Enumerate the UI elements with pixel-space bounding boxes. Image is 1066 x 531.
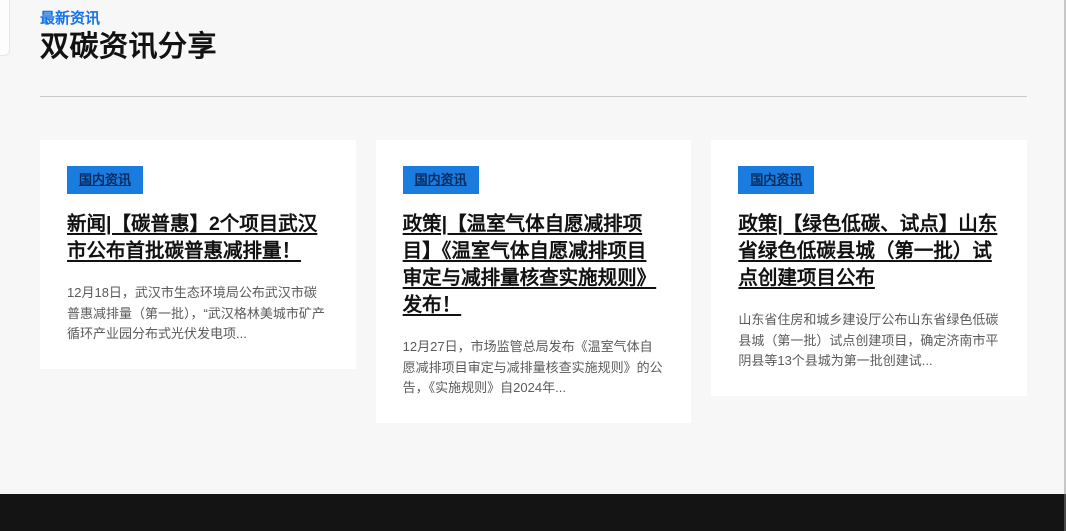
category-badge[interactable]: 国内资讯 (67, 166, 143, 194)
article-title: 政策|【绿色低碳、试点】山东省绿色低碳县城（第一批）试点创建项目公布 (738, 211, 1000, 292)
main-content: 最新资讯 双碳资讯分享 国内资讯 新闻|【碳普惠】2个项目武汉市公布首批碳普惠减… (0, 0, 1066, 423)
article-title: 新闻|【碳普惠】2个项目武汉市公布首批碳普惠减排量！ (67, 211, 329, 265)
footer-bar (0, 494, 1066, 531)
article-title-link[interactable]: 政策|【温室气体自愿减排项目】《温室气体自愿减排项目审定与减排量核查实施规则》发… (403, 213, 657, 316)
category-badge[interactable]: 国内资讯 (403, 166, 479, 194)
news-card: 国内资讯 政策|【绿色低碳、试点】山东省绿色低碳县城（第一批）试点创建项目公布 … (711, 140, 1027, 396)
window-edge-highlight (0, 0, 10, 56)
article-title-link[interactable]: 新闻|【碳普惠】2个项目武汉市公布首批碳普惠减排量！ (67, 213, 317, 262)
news-card: 国内资讯 政策|【温室气体自愿减排项目】《温室气体自愿减排项目审定与减排量核查实… (376, 140, 692, 423)
article-title-link[interactable]: 政策|【绿色低碳、试点】山东省绿色低碳县城（第一批）试点创建项目公布 (738, 213, 997, 289)
article-excerpt: 山东省住房和城乡建设厅公布山东省绿色低碳县城（第一批）试点创建项目，确定济南市平… (738, 310, 1000, 372)
article-title: 政策|【温室气体自愿减排项目】《温室气体自愿减排项目审定与减排量核查实施规则》发… (403, 211, 665, 319)
category-badge[interactable]: 国内资讯 (738, 166, 814, 194)
article-excerpt: 12月18日，武汉市生态环境局公布武汉市碳普惠减排量（第一批），“武汉格林美城市… (67, 283, 329, 345)
section-eyebrow: 最新资讯 (40, 10, 1027, 27)
news-card: 国内资讯 新闻|【碳普惠】2个项目武汉市公布首批碳普惠减排量！ 12月18日，武… (40, 140, 356, 369)
page-title: 双碳资讯分享 (40, 31, 1027, 63)
header-divider (40, 96, 1027, 97)
page: 最新资讯 双碳资讯分享 国内资讯 新闻|【碳普惠】2个项目武汉市公布首批碳普惠减… (0, 0, 1066, 531)
article-excerpt: 12月27日，市场监管总局发布《温室气体自愿减排项目审定与减排量核查实施规则》的… (403, 337, 665, 399)
news-card-list: 国内资讯 新闻|【碳普惠】2个项目武汉市公布首批碳普惠减排量！ 12月18日，武… (40, 140, 1027, 423)
